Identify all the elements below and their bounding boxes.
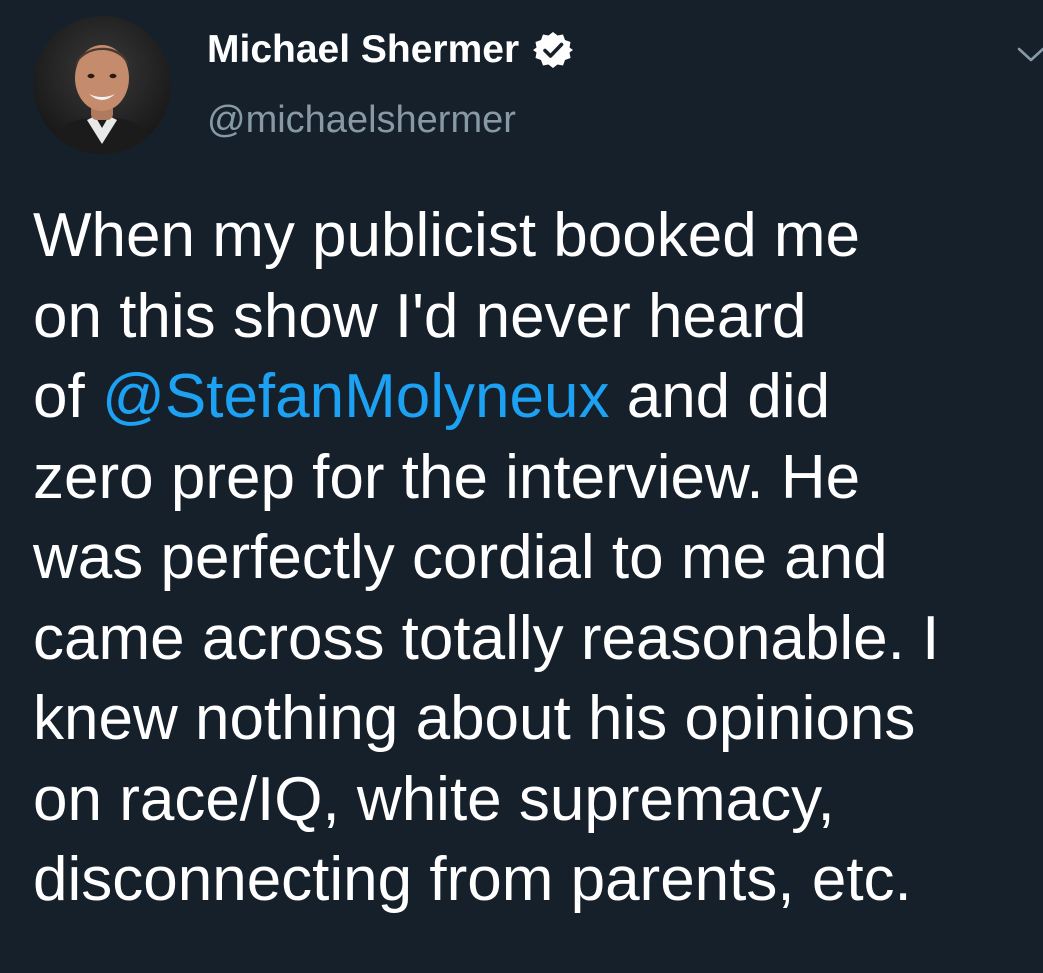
mention-link[interactable]: @StefanMolyneux — [102, 362, 610, 431]
tweet-card: Michael Shermer @michaelshermer When my … — [0, 0, 1043, 973]
tweet-line: disconnecting from parents, etc. — [33, 845, 912, 914]
tweet-line: When my publicist booked me — [33, 201, 861, 270]
profile-photo-icon — [33, 16, 171, 154]
chevron-down-icon[interactable] — [1016, 44, 1043, 66]
user-name-row[interactable]: Michael Shermer — [207, 24, 574, 76]
tweet-text: When my publicist booked me on this show… — [33, 196, 1033, 921]
display-name[interactable]: Michael Shermer — [207, 24, 519, 76]
verified-badge-icon — [533, 30, 574, 70]
tweet-line: on race/IQ, white supremacy, — [33, 764, 835, 834]
user-handle[interactable]: @michaelshermer — [207, 94, 516, 146]
tweet-line: came across totally reasonable. I — [33, 603, 940, 673]
tweet-line: was perfectly cordial to me and — [33, 523, 888, 592]
tweet-text-segment: of — [33, 362, 102, 431]
tweet-line: of @StefanMolyneux and did — [33, 357, 1033, 438]
avatar[interactable] — [33, 16, 171, 154]
tweet-line: knew nothing about his opinions — [33, 684, 916, 753]
tweet-line: on this show I'd never heard — [33, 281, 807, 351]
tweet-text-segment: and did — [609, 362, 831, 431]
tweet-line: zero prep for the interview. He — [33, 442, 861, 512]
